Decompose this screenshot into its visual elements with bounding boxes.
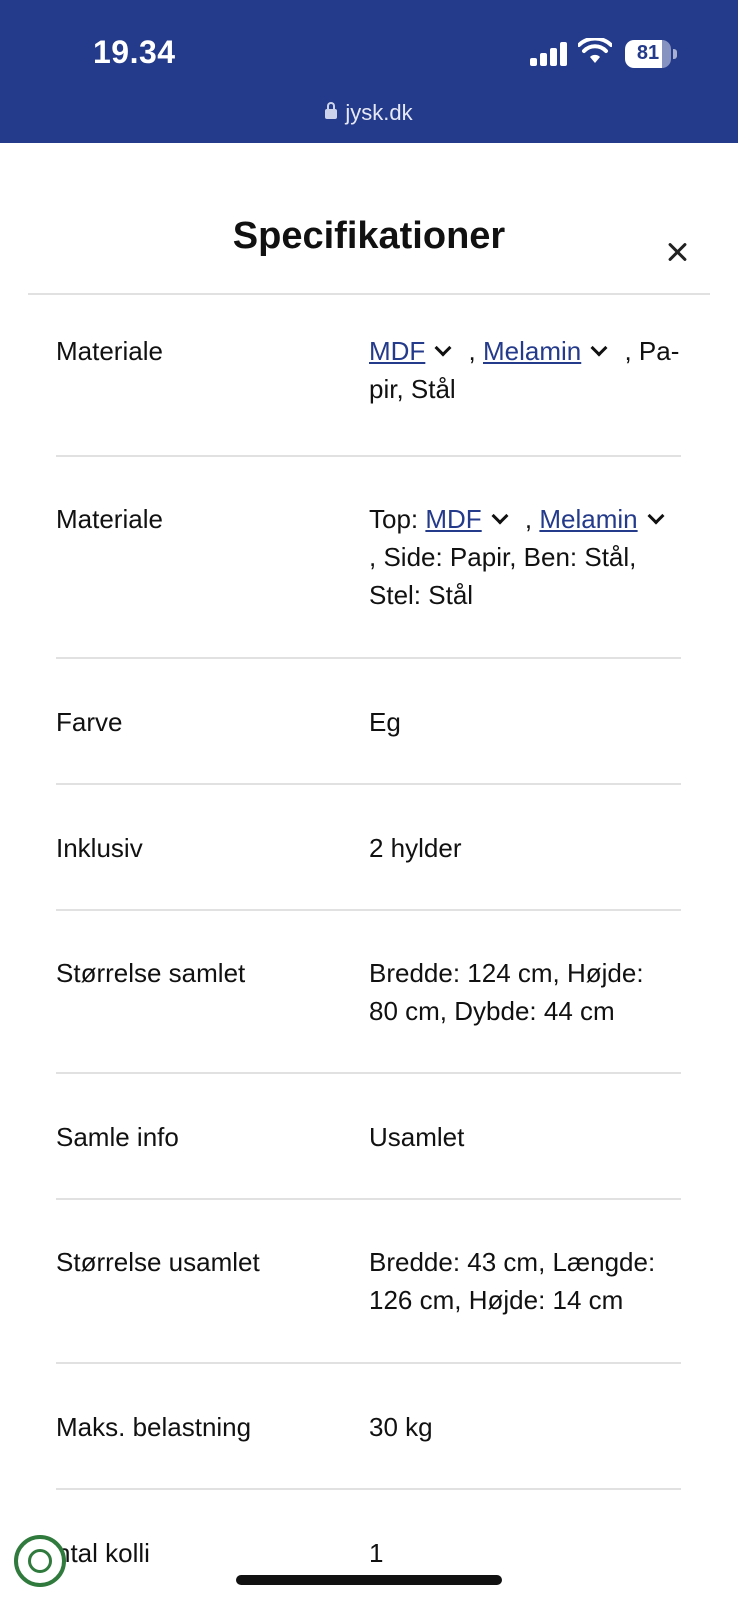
spec-value: Eg	[369, 707, 401, 737]
spec-row-material: Materiale MDF , Melamin , Pa-pir, Stål	[56, 295, 681, 457]
chevron-down-icon[interactable]	[491, 507, 509, 525]
panel-title: Specifikationer	[232, 215, 506, 257]
spec-value: Bredde: 124 cm, Højde: 80 cm, Dybde: 44 c…	[369, 954, 681, 1072]
spec-value: Usamlet	[369, 1122, 465, 1152]
spec-row-max-load: Maks. belastning 30 kg	[56, 1364, 681, 1490]
battery-cap	[673, 49, 677, 59]
spec-label: Størrelse samlet	[56, 958, 246, 988]
chevron-down-icon[interactable]	[647, 507, 665, 525]
spec-row-size-assembled: Størrelse samlet Bredde: 124 cm, Højde: 8…	[56, 911, 681, 1074]
spec-label: Materiale	[56, 504, 163, 534]
value-text: , Side: Papir, Ben: Stål,	[369, 542, 637, 572]
spec-row-material-detail: Materiale Top: MDF , Melamin , Side: Papi…	[56, 457, 681, 659]
value-text: Top:	[369, 504, 426, 534]
value-text: Stel: Stål	[369, 580, 474, 610]
address-bar[interactable]: jysk.dk	[0, 100, 738, 126]
spec-value: 1	[369, 1538, 384, 1568]
spec-label: Samle info	[56, 1122, 179, 1152]
value-text: Bredde: 43 cm, Længde:	[369, 1247, 656, 1277]
spec-row-included: Inklusiv 2 hylder	[56, 785, 681, 911]
spec-label: Farve	[56, 707, 123, 737]
separator-text: ,	[461, 336, 483, 366]
status-bar: 19.34 81 jysk.dk	[0, 0, 738, 143]
mdf-link[interactable]: MDF	[425, 504, 481, 534]
specifications-panel: Specifikationer Materiale MDF , Melamin …	[0, 143, 738, 1600]
value-text: Bredde: 124 cm, Højde:	[369, 958, 644, 988]
battery-percentage: 81	[636, 42, 660, 64]
spec-label: Inklusiv	[56, 833, 143, 863]
close-icon[interactable]	[660, 235, 694, 269]
spec-value: MDF , Melamin , Pa-pir, Stål	[369, 332, 681, 455]
spec-list: Materiale MDF , Melamin , Pa-pir, Stål M…	[56, 295, 681, 1600]
spec-value: 30 kg	[369, 1412, 433, 1442]
spec-value: Bredde: 43 cm, Længde: 126 cm, Højde: 14 …	[369, 1243, 681, 1362]
status-time: 19.34	[93, 34, 176, 70]
lock-icon	[325, 102, 338, 119]
mdf-link[interactable]: MDF	[369, 336, 425, 366]
wifi-icon	[578, 38, 612, 63]
value-text: 126 cm, Højde: 14 cm	[369, 1285, 624, 1315]
chevron-down-icon[interactable]	[590, 339, 608, 357]
spec-value: Top: MDF , Melamin , Side: Papir, Ben: St…	[369, 500, 681, 657]
spec-label: ntal kolli	[56, 1538, 150, 1568]
spec-row-color: Farve Eg	[56, 659, 681, 785]
melamin-link[interactable]: Melamin	[483, 336, 581, 366]
value-text: pir, Stål	[369, 374, 456, 404]
separator-text: ,	[517, 504, 540, 534]
value-text: 80 cm, Dybde: 44 cm	[369, 996, 615, 1026]
url-text: jysk.dk	[345, 100, 413, 125]
cellular-signal-icon	[530, 42, 568, 66]
spec-value: 2 hylder	[369, 833, 462, 863]
spec-row-assembly-info: Samle info Usamlet	[56, 1074, 681, 1200]
chevron-down-icon[interactable]	[434, 339, 452, 357]
spec-label: Maks. belastning	[56, 1412, 252, 1442]
value-text: , Pa-	[617, 336, 680, 366]
recycle-badge-icon[interactable]	[14, 1535, 66, 1587]
spec-row-size-unassembled: Størrelse usamlet Bredde: 43 cm, Længde:…	[56, 1200, 681, 1364]
battery-icon: 81	[625, 40, 671, 68]
spec-label: Materiale	[56, 336, 163, 366]
melamin-link[interactable]: Melamin	[539, 504, 637, 534]
home-indicator[interactable]	[236, 1575, 502, 1585]
spec-label: Størrelse usamlet	[56, 1247, 260, 1277]
